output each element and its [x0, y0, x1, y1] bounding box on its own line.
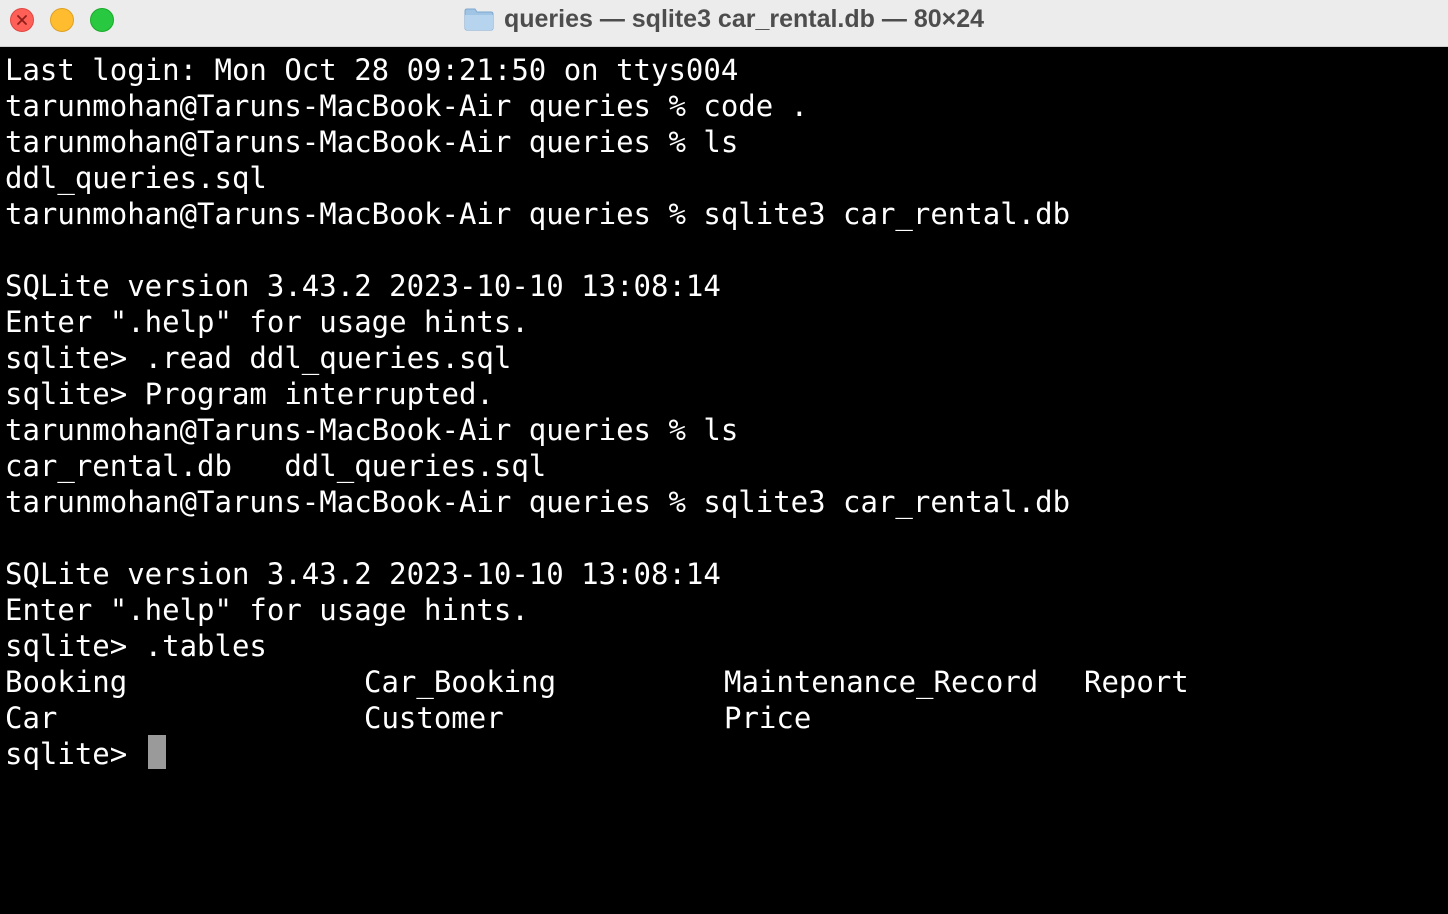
table-name: Maintenance_Record — [724, 665, 1039, 699]
folder-icon — [464, 8, 494, 31]
table-name: Car — [5, 701, 58, 735]
terminal-line: Enter ".help" for usage hints. — [5, 305, 529, 339]
terminal-line: tarunmohan@Taruns-MacBook-Air queries % … — [5, 485, 1071, 519]
terminal-line: car_rental.db ddl_queries.sql — [5, 449, 547, 483]
terminal-content[interactable]: Last login: Mon Oct 28 09:21:50 on ttys0… — [0, 48, 1448, 914]
window-title: queries — sqlite3 car_rental.db — 80×24 — [503, 4, 985, 33]
terminal-line: Last login: Mon Oct 28 09:21:50 on ttys0… — [5, 53, 739, 87]
terminal-window: queries — sqlite3 car_rental.db — 80×24 … — [0, 0, 1448, 914]
window-title-container: queries — sqlite3 car_rental.db — 80×24 — [0, 0, 1448, 38]
terminal-line: SQLite version 3.43.2 2023-10-10 13:08:1… — [5, 557, 721, 591]
terminal-line: tarunmohan@Taruns-MacBook-Air queries % … — [5, 197, 1071, 231]
sqlite-prompt: sqlite> — [5, 737, 145, 771]
table-name: Report — [1084, 665, 1189, 699]
terminal-line: sqlite> .tables — [5, 629, 267, 663]
table-name: Booking — [5, 665, 128, 699]
terminal-line: tarunmohan@Taruns-MacBook-Air queries % … — [5, 125, 739, 159]
terminal-line: sqlite> .read ddl_queries.sql — [5, 341, 512, 375]
terminal-line: SQLite version 3.43.2 2023-10-10 13:08:1… — [5, 269, 721, 303]
terminal-line: tarunmohan@Taruns-MacBook-Air queries % … — [5, 413, 739, 447]
title-bar[interactable]: queries — sqlite3 car_rental.db — 80×24 — [0, 0, 1448, 47]
table-name: Car_Booking — [364, 665, 557, 699]
terminal-line: sqlite> Program interrupted. — [5, 377, 494, 411]
table-name: Price — [724, 701, 812, 735]
table-name: Customer — [364, 701, 504, 735]
text-cursor[interactable] — [148, 735, 166, 769]
terminal-line: ddl_queries.sql — [5, 161, 267, 195]
terminal-line: Enter ".help" for usage hints. — [5, 593, 529, 627]
terminal-line: tarunmohan@Taruns-MacBook-Air queries % … — [5, 89, 809, 123]
